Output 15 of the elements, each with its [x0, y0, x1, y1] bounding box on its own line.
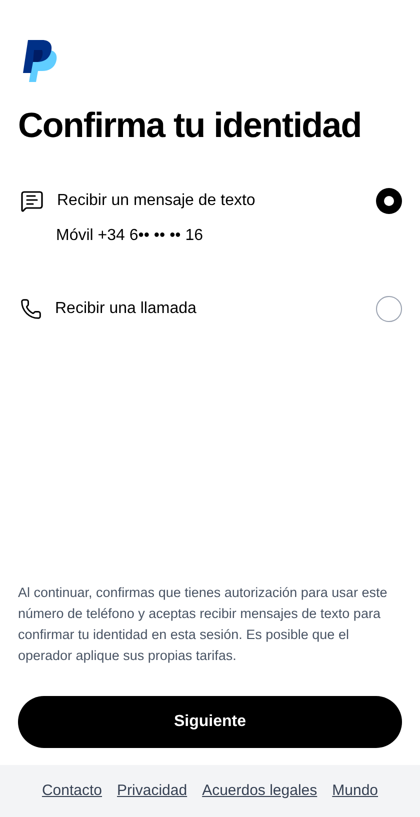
option-label: Recibir un mensaje de texto — [57, 190, 256, 211]
page-title: Confirma tu identidad — [18, 105, 362, 147]
option-label: Recibir una llamada — [55, 298, 198, 319]
message-icon — [20, 188, 44, 213]
footer-link[interactable]: Acuerdos legales — [202, 780, 318, 802]
disclaimer-text: Al continuar, confirmas que tienes autorización para usar este número de teléfono y aceptas recibir mensajes de texto para confirmar tu identidad en esta sesión. Es posible que el operador aplique sus propias tarifas. — [18, 584, 388, 665]
phone-number: Móvil +34 6•• •• •• 16 — [55, 226, 204, 246]
footer-link[interactable]: Mundo — [332, 780, 378, 802]
footer-link[interactable]: Contacto — [42, 780, 102, 802]
phone-icon — [20, 298, 42, 320]
radio-button[interactable] — [376, 188, 402, 214]
next-button[interactable]: Siguiente — [18, 696, 402, 748]
radio-button[interactable] — [376, 296, 402, 322]
footer-link[interactable]: Privacidad — [117, 780, 188, 802]
logo-icon — [22, 40, 58, 82]
